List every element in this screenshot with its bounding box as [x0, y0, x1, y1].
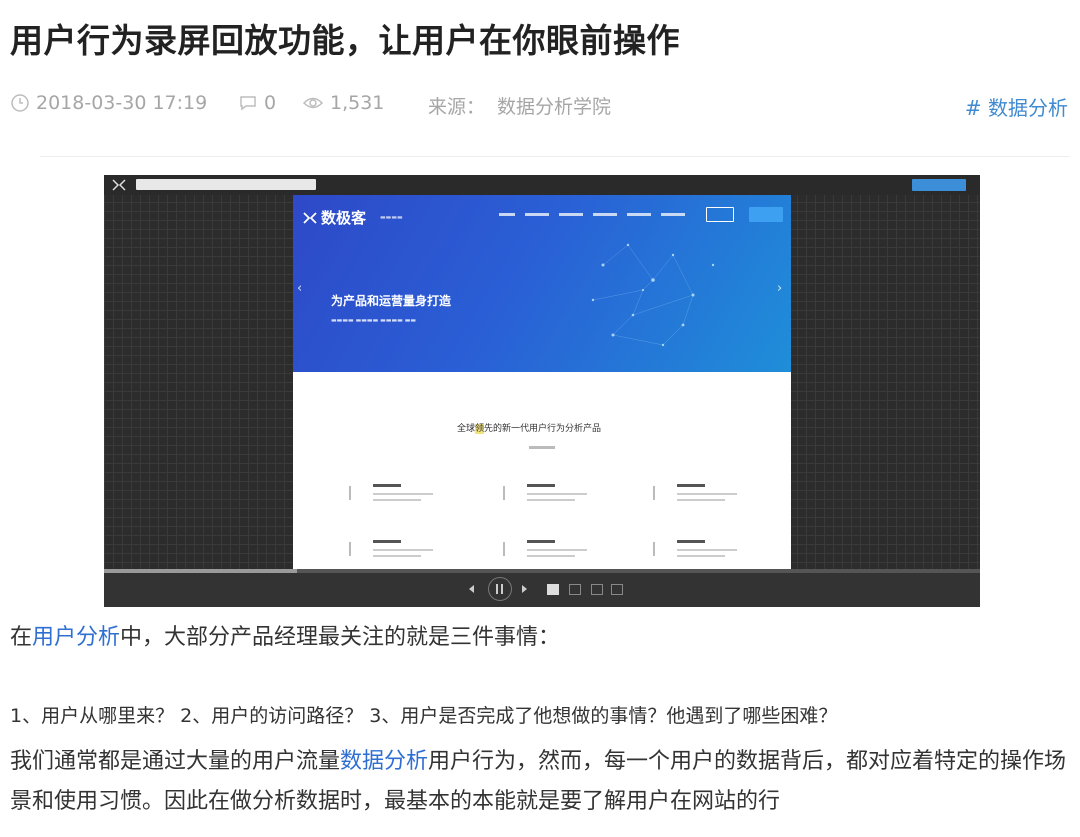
- replayed-section-subtitle: [529, 446, 555, 449]
- logo-slogan: ▬▬▬▬: [380, 214, 403, 221]
- player-nav-links: [320, 183, 440, 198]
- eye-icon: [302, 97, 324, 109]
- article-title: 用户行为录屏回放功能，让用户在你眼前操作: [10, 21, 680, 60]
- player-url-bar: [136, 179, 316, 190]
- data-analysis-link[interactable]: 数据分析: [340, 749, 428, 774]
- replayed-logo: 数极客 ▬▬▬▬: [303, 207, 403, 228]
- source-item: 来源： 数据分析学院: [428, 92, 611, 119]
- source-label: 来源：: [428, 96, 486, 118]
- feature-item: [653, 538, 743, 568]
- fullscreen-icon[interactable]: [611, 584, 623, 595]
- feature-item: [503, 482, 593, 512]
- feature-item: [349, 482, 439, 512]
- speed-option-icon[interactable]: [591, 584, 603, 595]
- player-logo-icon: [112, 179, 126, 191]
- rewind-icon[interactable]: [469, 585, 474, 593]
- feature-item: [349, 538, 439, 568]
- replayed-headline: 为产品和运营量身打造: [331, 294, 452, 308]
- body-paragraph-2: 1、用户从哪里来？ 2、用户的访问路径？ 3、用户是否完成了他想做的事情？他遇到…: [10, 705, 838, 727]
- replayed-nav: [499, 213, 685, 216]
- carousel-left-icon: ‹: [297, 281, 303, 296]
- comment-icon: [240, 96, 256, 111]
- category-tag[interactable]: # 数据分析: [965, 92, 1068, 121]
- replayed-page: 数极客 ▬▬▬▬ ‹ › 为产品和运营量身打造 ▬▬▬▬ ▬▬▬▬ ▬▬▬▬ ▬…: [293, 195, 791, 569]
- replayed-signup-button: [749, 207, 783, 222]
- pause-button[interactable]: [488, 577, 512, 601]
- replayed-section-title: 全球领先的新一代用户行为分析产品: [457, 424, 602, 434]
- body-paragraph-1: 在用户分析中，大部分产品经理最关注的就是三件事情：: [10, 625, 561, 650]
- feature-item: [503, 538, 593, 568]
- source-name[interactable]: 数据分析学院: [497, 92, 611, 119]
- logo-mark-icon: [303, 211, 317, 224]
- comment-count: 0: [264, 92, 277, 114]
- player-topbar: [104, 175, 980, 198]
- view-count: 1,531: [330, 92, 385, 114]
- speed-option-icon[interactable]: [547, 584, 559, 595]
- carousel-right-icon: ›: [777, 281, 783, 296]
- comments-item[interactable]: 0: [238, 92, 276, 114]
- forward-icon[interactable]: [522, 585, 527, 593]
- feature-item: [653, 482, 743, 512]
- body-paragraph-3: 我们通常都是通过大量的用户流量数据分析用户行为，然而，每一个用户的数据背后，都对…: [10, 749, 1067, 814]
- replayed-subline: ▬▬▬▬ ▬▬▬▬ ▬▬▬▬ ▬▬: [331, 317, 417, 324]
- logo-text: 数极客: [321, 209, 367, 227]
- user-analysis-link[interactable]: 用户分析: [32, 625, 120, 650]
- views-item: 1,531: [302, 92, 384, 114]
- meta-divider: [40, 156, 1070, 157]
- network-graphic: [591, 243, 715, 347]
- replayed-login-button: [706, 207, 734, 222]
- player-action-button: [912, 179, 966, 191]
- replay-controls: [104, 573, 980, 607]
- replayed-hero-banner: 数极客 ▬▬▬▬ ‹ › 为产品和运营量身打造 ▬▬▬▬ ▬▬▬▬ ▬▬▬▬ ▬…: [293, 195, 791, 372]
- replay-screenshot: 数极客 ▬▬▬▬ ‹ › 为产品和运营量身打造 ▬▬▬▬ ▬▬▬▬ ▬▬▬▬ ▬…: [104, 175, 980, 607]
- publish-date: 2018-03-30 17:19: [36, 92, 208, 114]
- article-meta: 2018-03-30 17:19 0 1,531 来源： 数据分析学院: [10, 92, 1070, 122]
- speed-option-icon[interactable]: [569, 584, 581, 595]
- date-item: 2018-03-30 17:19: [10, 92, 207, 114]
- clock-icon: [11, 94, 29, 112]
